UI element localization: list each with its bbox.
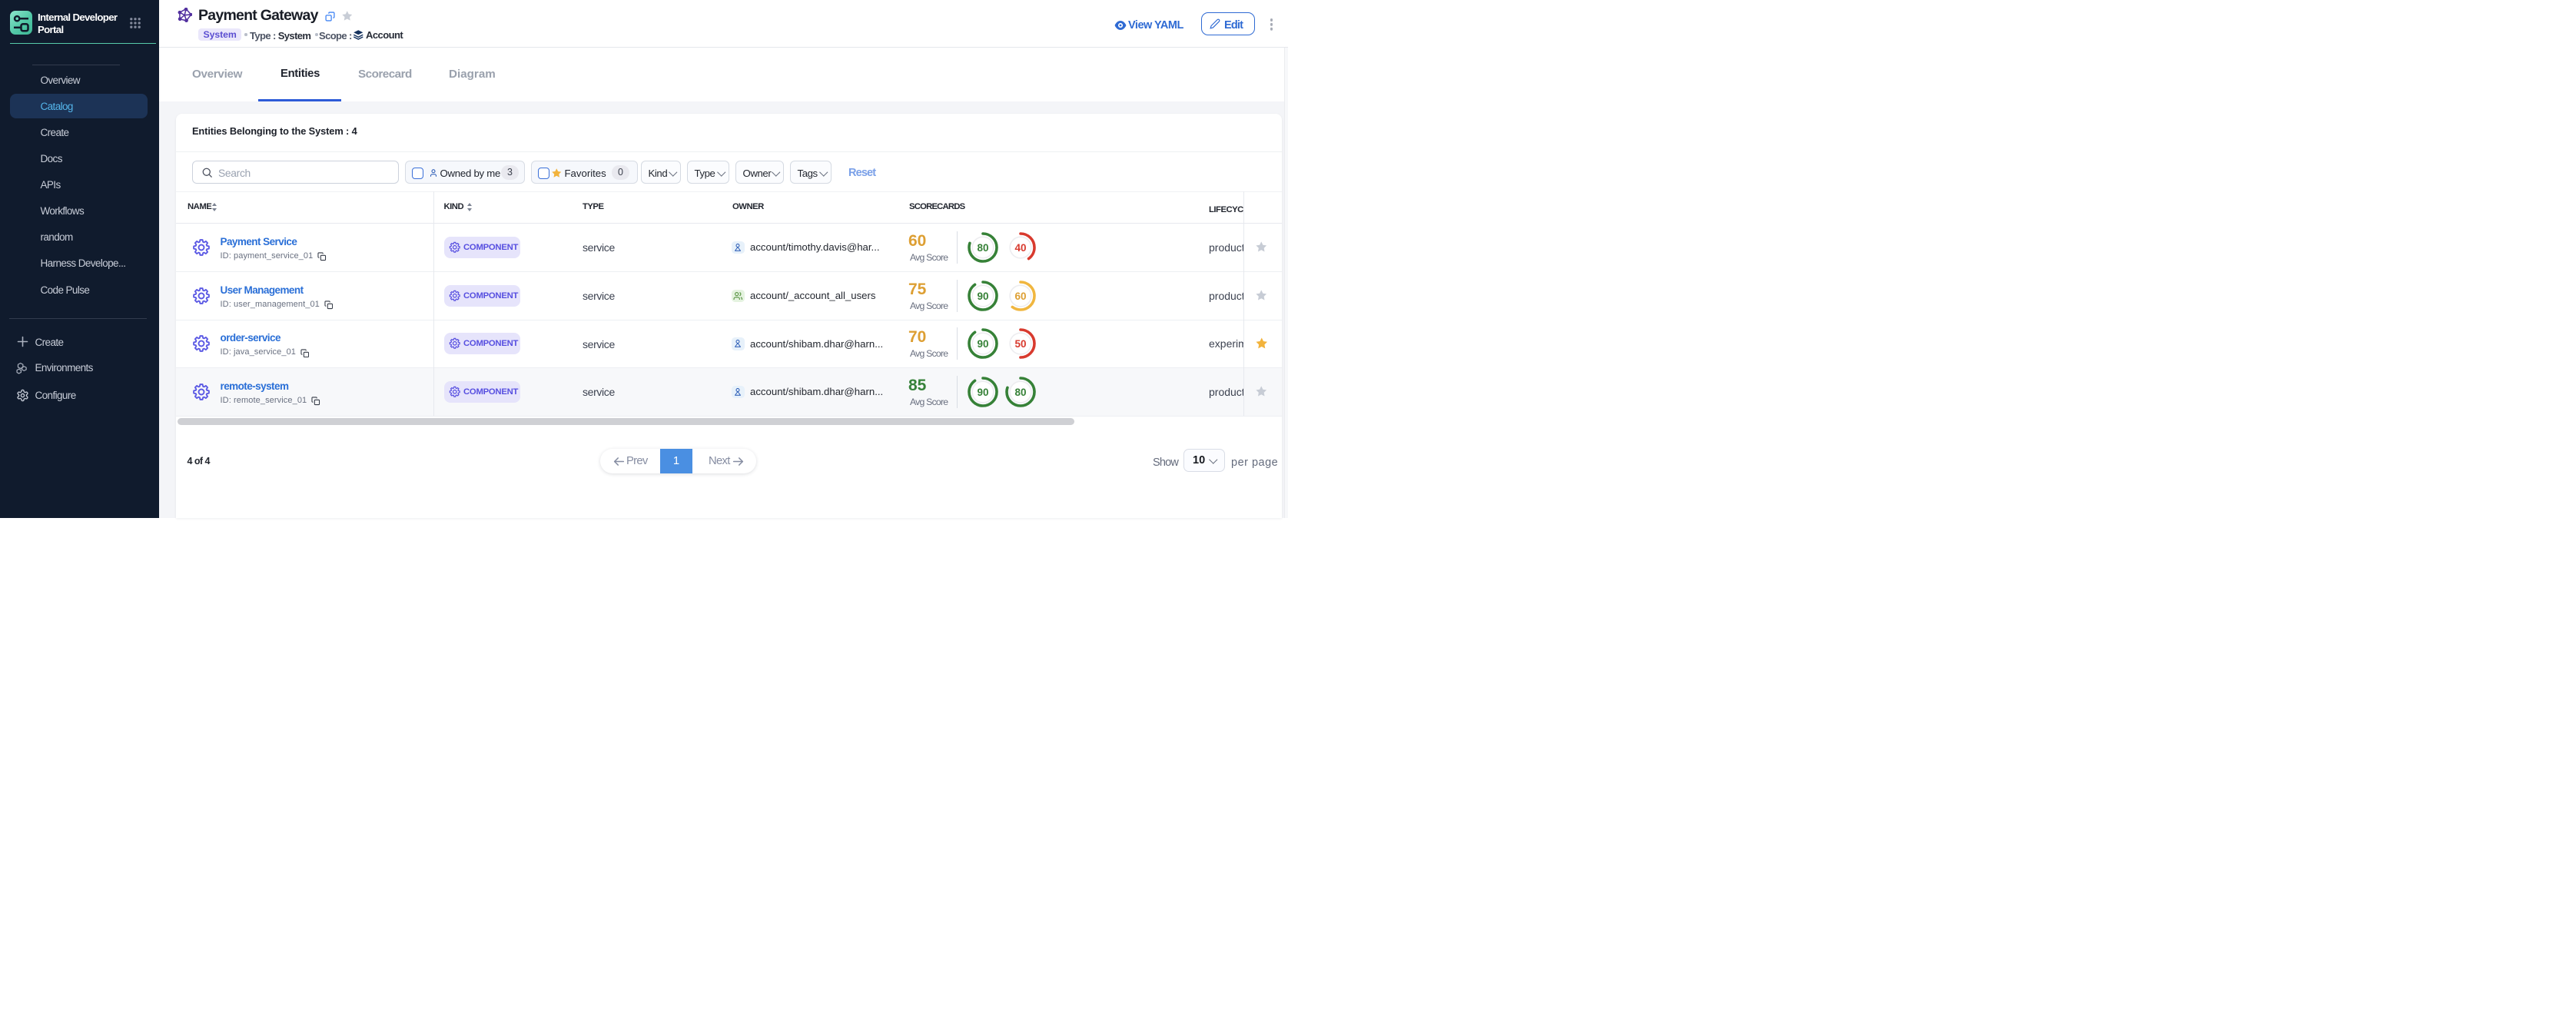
svg-text:50: 50 (1014, 338, 1026, 350)
svg-text:80: 80 (977, 241, 988, 253)
svg-text:60: 60 (1014, 290, 1026, 301)
svg-text:90: 90 (977, 338, 988, 350)
svg-text:90: 90 (977, 386, 988, 397)
svg-text:80: 80 (1014, 386, 1026, 397)
svg-text:40: 40 (1014, 241, 1026, 253)
svg-text:90: 90 (977, 290, 988, 301)
